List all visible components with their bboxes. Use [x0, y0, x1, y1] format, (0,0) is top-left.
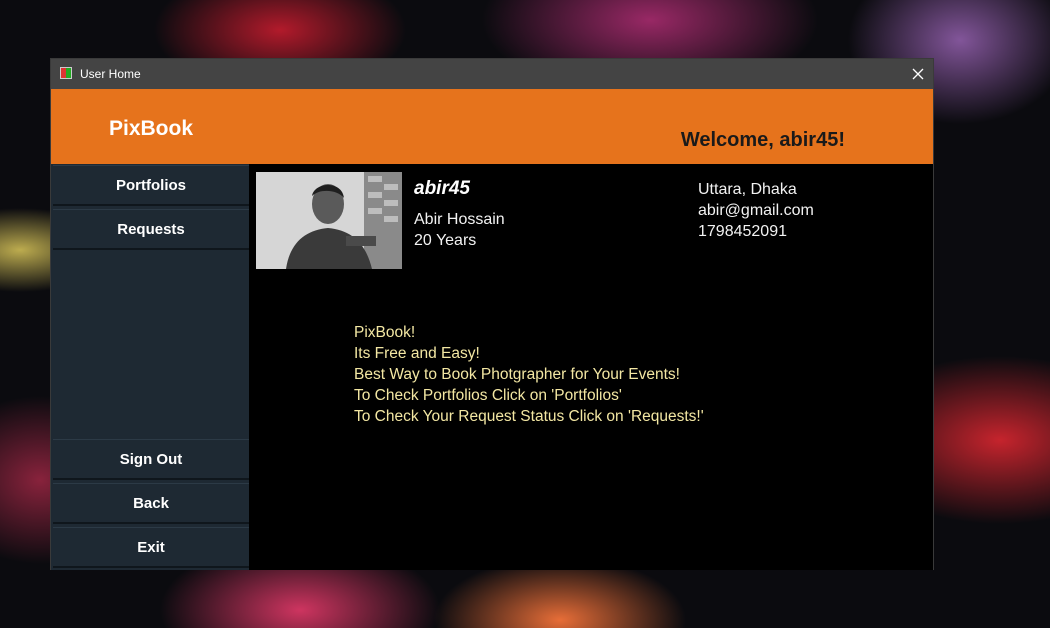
profile-email: abir@gmail.com: [698, 202, 814, 219]
info-message: Its Free and Easy!: [354, 345, 480, 362]
window-title: User Home: [80, 67, 141, 81]
close-icon: [912, 68, 924, 80]
profile-age: 20 Years: [414, 232, 477, 249]
close-button[interactable]: [903, 59, 933, 89]
exit-button[interactable]: Exit: [53, 527, 249, 568]
info-message: To Check Portfolios Click on 'Portfolios…: [354, 387, 622, 404]
profile-location: Uttara, Dhaka: [698, 181, 797, 198]
user-home-window: User Home PixBook Welcome, abir45! Portf…: [50, 58, 934, 570]
main-content: abir45 Abir Hossain 20 Years Uttara, Dha…: [249, 164, 933, 570]
info-message: Best Way to Book Photgrapher for Your Ev…: [354, 366, 680, 383]
sidebar: Portfolios Requests Sign Out Back Exit: [51, 164, 249, 570]
app-header: PixBook Welcome, abir45!: [51, 89, 933, 164]
portfolios-button[interactable]: Portfolios: [53, 165, 249, 206]
profile-username: abir45: [414, 178, 470, 199]
profile-photo: [256, 172, 402, 269]
profile-photo-image: [256, 172, 402, 269]
app-icon: [60, 67, 72, 79]
info-message: To Check Your Request Status Click on 'R…: [354, 408, 704, 425]
welcome-message: Welcome, abir45!: [680, 129, 845, 151]
back-button[interactable]: Back: [53, 483, 249, 524]
info-message: PixBook!: [354, 324, 416, 341]
sign-out-button[interactable]: Sign Out: [53, 439, 249, 480]
profile-phone: 1798452091: [698, 223, 787, 240]
app-logo: PixBook: [109, 117, 194, 140]
profile-full-name: Abir Hossain: [414, 211, 505, 228]
title-bar[interactable]: User Home: [51, 59, 933, 89]
requests-button[interactable]: Requests: [53, 209, 249, 250]
